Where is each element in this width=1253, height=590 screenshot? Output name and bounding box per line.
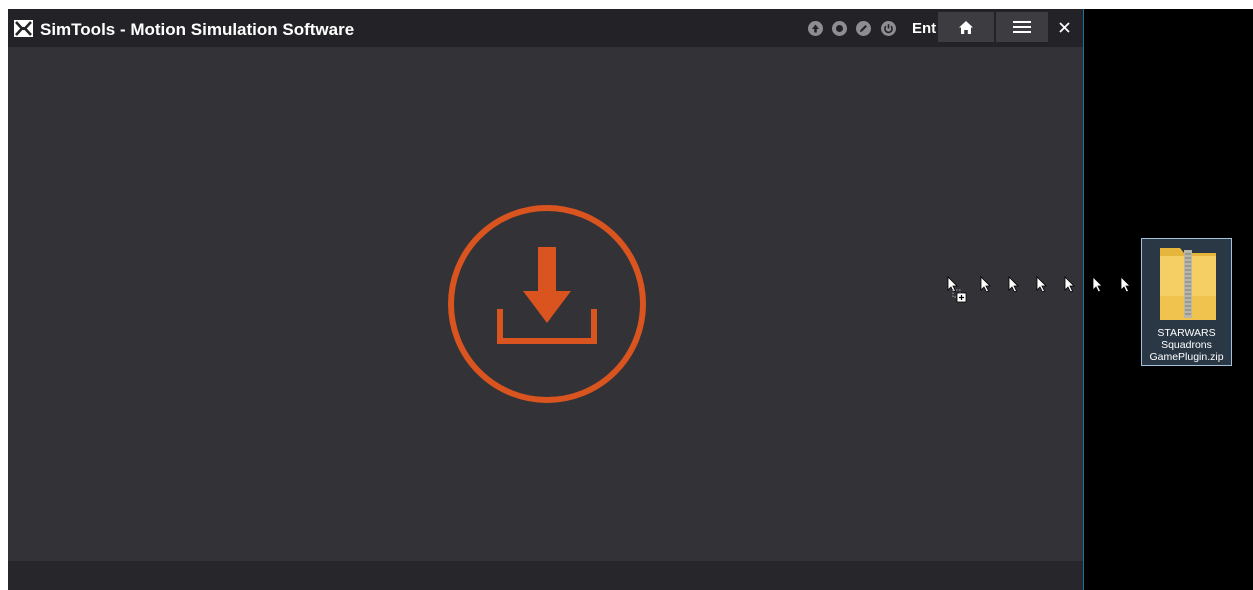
pencil-icon[interactable] [856, 21, 871, 36]
home-button[interactable] [938, 12, 994, 42]
file-name-line: GamePlugin.zip [1149, 351, 1224, 363]
cursor-icon [1008, 276, 1019, 293]
screen-top-edge [0, 0, 1253, 9]
screen-left-edge [0, 9, 8, 590]
title-bar[interactable]: SimTools - Motion Simulation Software En… [8, 9, 1083, 47]
home-icon [959, 20, 973, 34]
plugin-drop-zone[interactable] [8, 47, 1083, 561]
download-icon [448, 205, 646, 403]
power-icon[interactable] [881, 21, 896, 36]
cursor-icon [1064, 276, 1075, 293]
cursor-icon [1120, 276, 1131, 293]
zip-file-desktop-icon[interactable]: STARWARS Squadrons GamePlugin.zip [1141, 238, 1232, 366]
close-icon [1058, 21, 1070, 33]
stop-icon[interactable] [832, 21, 847, 36]
hamburger-menu-icon [1013, 21, 1031, 33]
file-name-line: STARWARS [1157, 327, 1216, 339]
status-bar [8, 561, 1083, 590]
arrow-up-icon[interactable] [808, 21, 823, 36]
window-title: SimTools - Motion Simulation Software [40, 20, 355, 39]
cursor-icon [980, 276, 991, 293]
close-button[interactable] [1048, 12, 1080, 42]
menu-button[interactable] [996, 12, 1048, 42]
simtools-logo-icon [14, 20, 33, 37]
cursor-icon [1036, 276, 1047, 293]
simtools-window: SimTools - Motion Simulation Software En… [8, 9, 1084, 590]
mode-label[interactable]: Ent [912, 20, 936, 37]
drag-copy-cursor-icon [947, 276, 967, 303]
file-name: STARWARS Squadrons GamePlugin.zip [1142, 327, 1231, 363]
file-name-line: Squadrons [1161, 339, 1212, 351]
zip-folder-icon [1160, 248, 1216, 320]
cursor-icon [1092, 276, 1103, 293]
